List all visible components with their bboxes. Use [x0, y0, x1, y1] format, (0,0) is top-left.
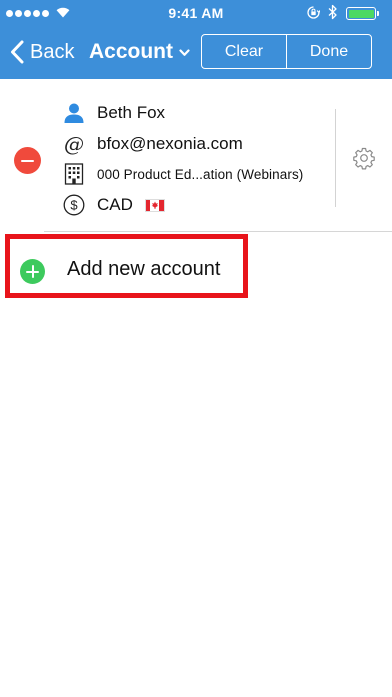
add-new-account-label: Add new account [67, 258, 221, 280]
chevron-down-icon [179, 49, 190, 56]
page-title: Account [89, 40, 173, 63]
header: 9:41 AM Back Account Clear Done [0, 0, 392, 79]
person-icon [62, 101, 86, 125]
account-email-row: @ bfox@nexonia.com [62, 131, 243, 157]
svg-text:$: $ [70, 198, 78, 213]
building-icon [62, 162, 86, 186]
done-button[interactable]: Done [286, 35, 371, 68]
account-currency: CAD [97, 195, 133, 214]
rotation-lock-icon [307, 6, 320, 19]
row-divider [44, 231, 392, 232]
battery-icon [346, 7, 379, 20]
at-icon: @ [64, 132, 84, 156]
bluetooth-icon [328, 4, 337, 20]
account-name-row: Beth Fox [62, 100, 165, 126]
status-bar: 9:41 AM [0, 0, 392, 26]
add-new-account-button[interactable]: Add new account [5, 234, 248, 298]
account-department: 000 Product Ed...ation (Webinars) [97, 166, 304, 182]
nav-bar: Back Account Clear Done [0, 26, 392, 79]
back-label: Back [30, 40, 75, 63]
delete-account-button[interactable] [14, 147, 41, 174]
gear-icon[interactable] [352, 146, 376, 170]
plus-circle-icon [20, 259, 45, 284]
account-email: bfox@nexonia.com [97, 134, 243, 153]
clear-button[interactable]: Clear [202, 35, 286, 68]
chevron-left-icon [11, 40, 24, 64]
dollar-icon: $ [62, 193, 86, 217]
account-department-row: 000 Product Ed...ation (Webinars) [62, 161, 303, 187]
account-name: Beth Fox [97, 103, 166, 122]
account-currency-row: $ CAD [62, 192, 165, 218]
account-card: Beth Fox @ bfox@nexonia.com 000 Product … [0, 79, 392, 232]
clear-done-control: Clear Done [201, 34, 372, 69]
vertical-divider [335, 109, 336, 207]
canada-flag-icon [144, 198, 165, 212]
battery-fill [348, 9, 374, 18]
back-button[interactable]: Back [10, 36, 74, 68]
account-title-dropdown[interactable]: Account [89, 36, 190, 68]
